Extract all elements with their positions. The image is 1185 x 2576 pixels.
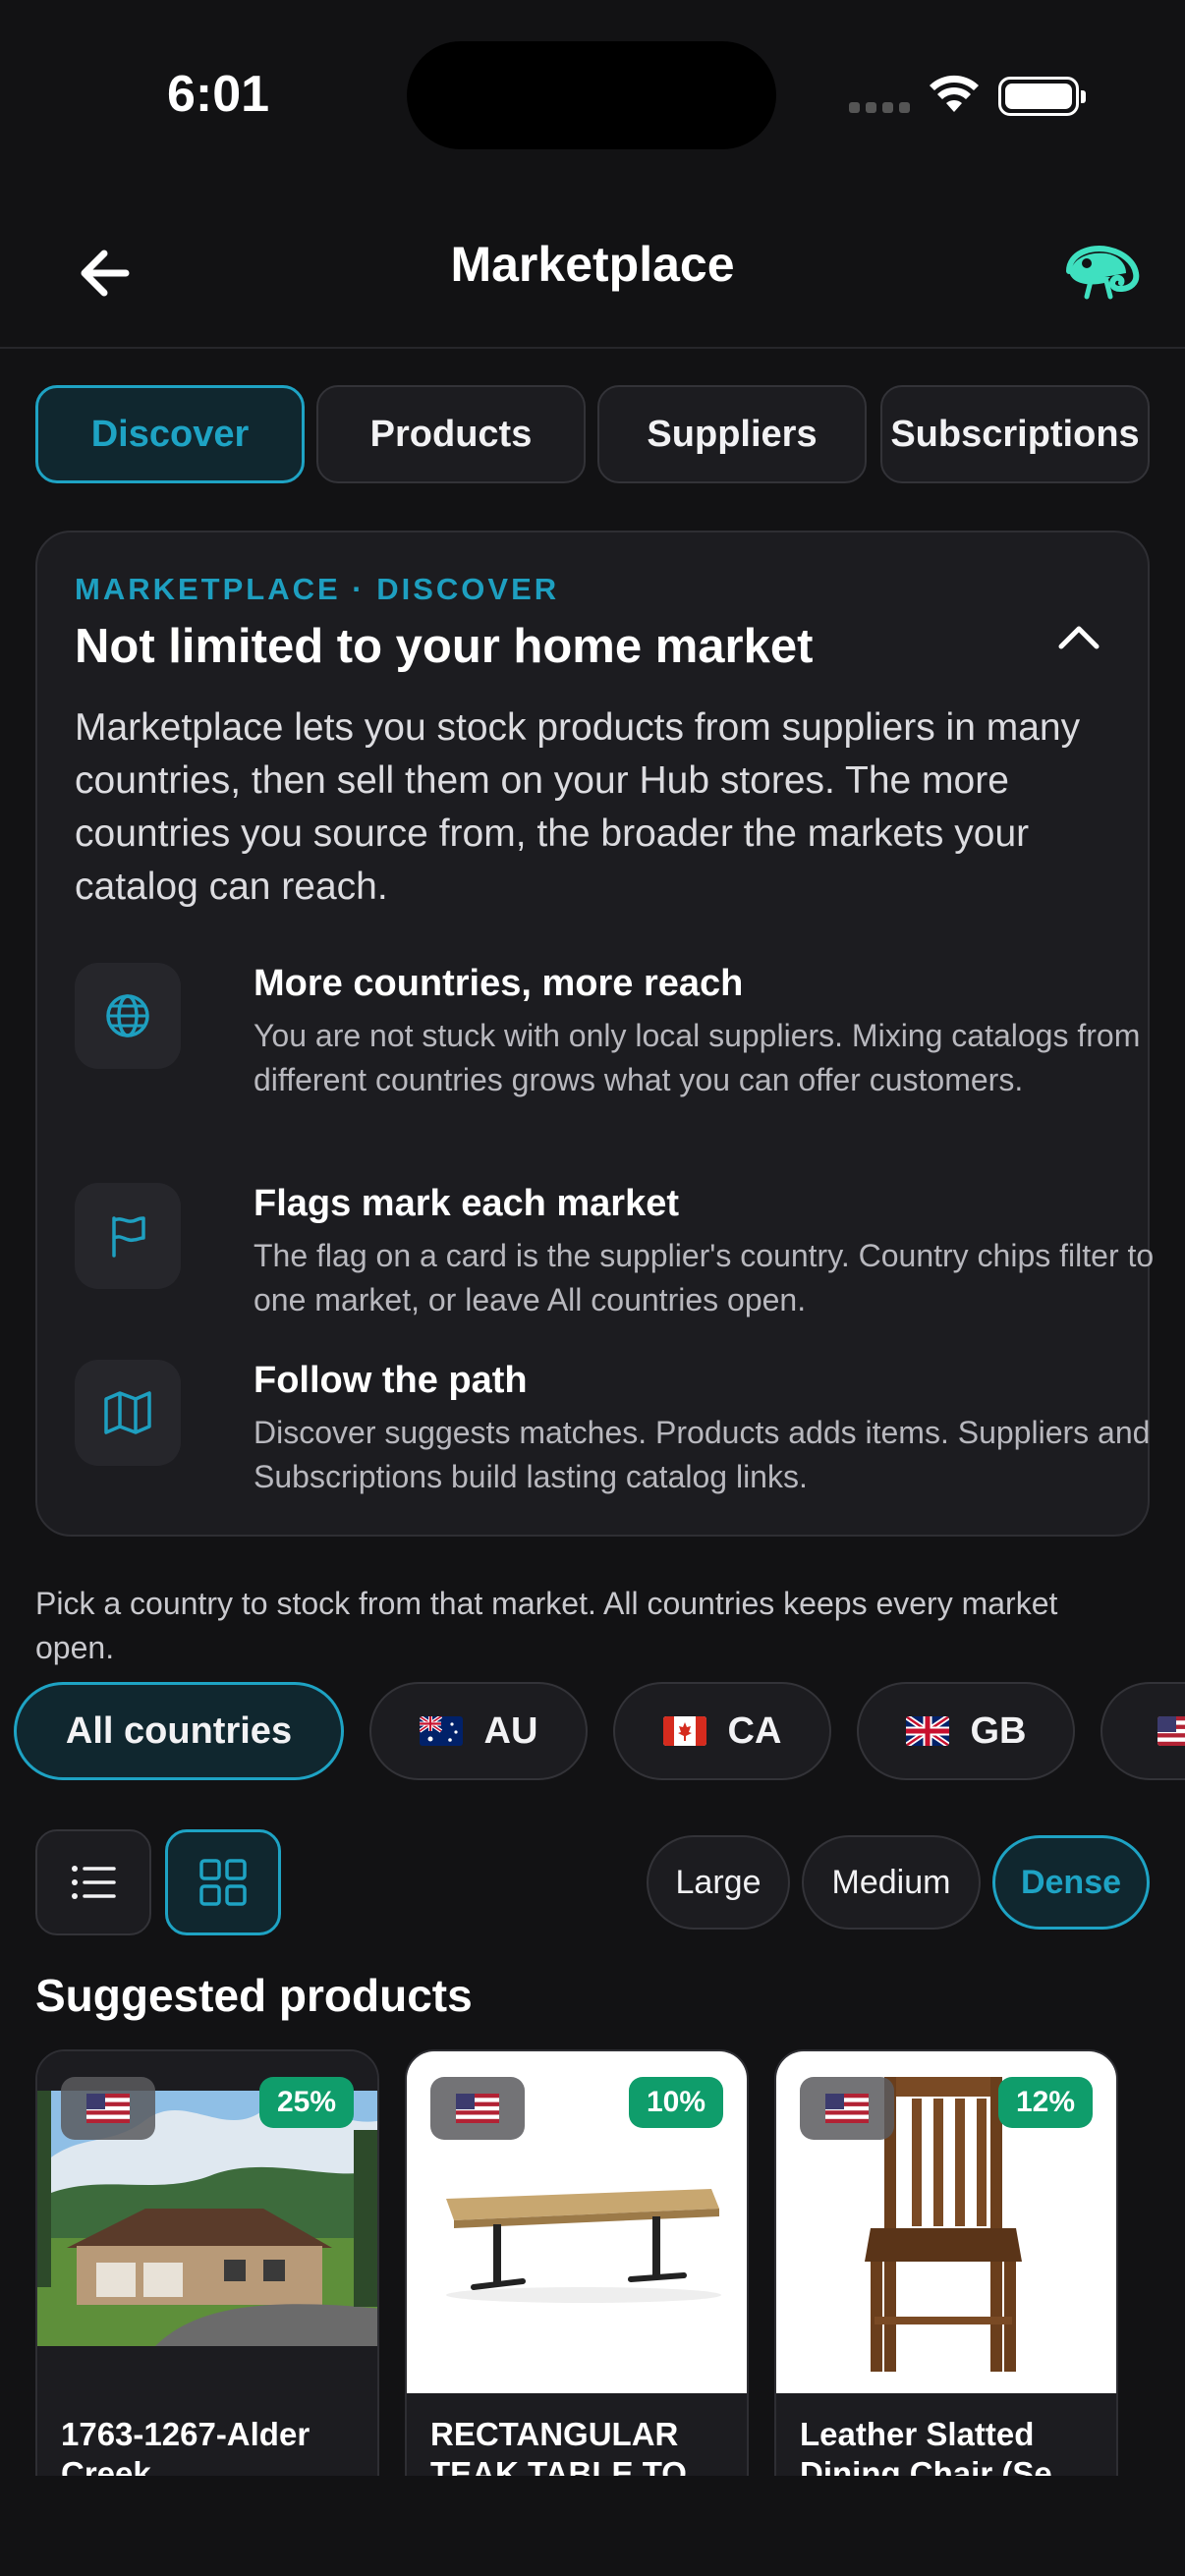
- bottom-safe-area: [0, 2476, 1185, 2576]
- country-chip-row: All countries AU CA GB: [0, 1682, 1185, 1784]
- us-flag-icon: [430, 2077, 525, 2140]
- chip-country-us[interactable]: [1100, 1682, 1185, 1780]
- grid-view-button[interactable]: [165, 1829, 281, 1935]
- tab-discover[interactable]: Discover: [35, 385, 305, 483]
- flag-icon: [75, 1183, 181, 1289]
- chevron-up-icon[interactable]: [1051, 609, 1106, 664]
- feature-text: The flag on a card is the supplier's cou…: [254, 1238, 1155, 1317]
- section-title: Suggested products: [35, 1970, 473, 2021]
- chameleon-icon: [1066, 246, 1140, 300]
- product-name: RECTANGULAR TEAK TABLE TO: [430, 2416, 687, 2476]
- product-card[interactable]: 25% 1763-1267-Alder Creek: [35, 2049, 379, 2476]
- chip-label: CA: [727, 1709, 782, 1752]
- tab-suppliers[interactable]: Suppliers: [597, 385, 867, 483]
- card-description: Marketplace lets you stock products from…: [75, 706, 1081, 908]
- us-flag-icon: [61, 2077, 155, 2140]
- tab-subscriptions[interactable]: Subscriptions: [880, 385, 1150, 483]
- status-bar: 6:01: [0, 0, 1185, 187]
- au-flag-icon: [419, 1716, 463, 1746]
- dynamic-island: [407, 41, 776, 149]
- map-icon: [75, 1360, 181, 1466]
- product-carousel: 25% 1763-1267-Alder Creek 10% RECTANGULA…: [0, 2049, 1185, 2476]
- globe-icon: [75, 963, 181, 1069]
- page-title: Marketplace: [450, 237, 735, 292]
- product-name: Leather Slatted Dining Chair (Se: [800, 2416, 1052, 2476]
- chip-country-au[interactable]: AU: [369, 1682, 588, 1780]
- chip-label: AU: [483, 1709, 538, 1752]
- wifi-icon: [930, 75, 979, 112]
- feature-title: More countries, more reach: [254, 963, 744, 1004]
- chip-country-gb[interactable]: GB: [857, 1682, 1075, 1780]
- feature-title: Follow the path: [254, 1360, 528, 1401]
- product-card[interactable]: 12% Leather Slatted Dining Chair (Se: [774, 2049, 1118, 2476]
- chip-all-countries[interactable]: All countries: [14, 1682, 344, 1780]
- feature-text: You are not stuck with only local suppli…: [254, 1018, 1141, 1097]
- density-dense-button[interactable]: Dense: [992, 1835, 1150, 1930]
- tab-products[interactable]: Products: [316, 385, 586, 483]
- chip-label: GB: [970, 1709, 1027, 1752]
- density-medium-button[interactable]: Medium: [802, 1835, 981, 1930]
- marketplace-info-card: MARKETPLACE · DISCOVER Not limited to yo…: [35, 531, 1154, 1537]
- status-time: 6:01: [167, 66, 270, 123]
- battery-icon: [998, 77, 1086, 116]
- cellular-signal-icon: [849, 102, 910, 116]
- discount-badge: 10%: [628, 2077, 723, 2128]
- list-view-icon: [72, 1866, 116, 1899]
- grid-view-icon: [199, 1859, 247, 1906]
- tab-bar: Discover Products Suppliers Subscription…: [35, 385, 1150, 483]
- discount-badge: 12%: [997, 2077, 1093, 2128]
- country-filter-hint: Pick a country to stock from that market…: [35, 1586, 1058, 1665]
- density-large-button[interactable]: Large: [647, 1835, 790, 1930]
- chip-country-ca[interactable]: CA: [613, 1682, 831, 1780]
- card-eyebrow: MARKETPLACE · DISCOVER: [75, 572, 560, 606]
- card-title: Not limited to your home market: [75, 620, 814, 673]
- app-header: Marketplace: [0, 196, 1185, 349]
- feature-title: Flags mark each market: [254, 1183, 680, 1224]
- product-name: 1763-1267-Alder Creek: [61, 2416, 310, 2476]
- discount-badge: 25%: [258, 2077, 354, 2128]
- list-view-button[interactable]: [35, 1829, 151, 1935]
- product-card[interactable]: 10% RECTANGULAR TEAK TABLE TO: [405, 2049, 749, 2476]
- chip-label: All countries: [65, 1709, 293, 1752]
- us-flag-icon: [1157, 1716, 1185, 1746]
- us-flag-icon: [800, 2077, 894, 2140]
- feature-text: Discover suggests matches. Products adds…: [254, 1415, 1151, 1494]
- ca-flag-icon: [662, 1716, 706, 1746]
- gb-flag-icon: [905, 1716, 949, 1746]
